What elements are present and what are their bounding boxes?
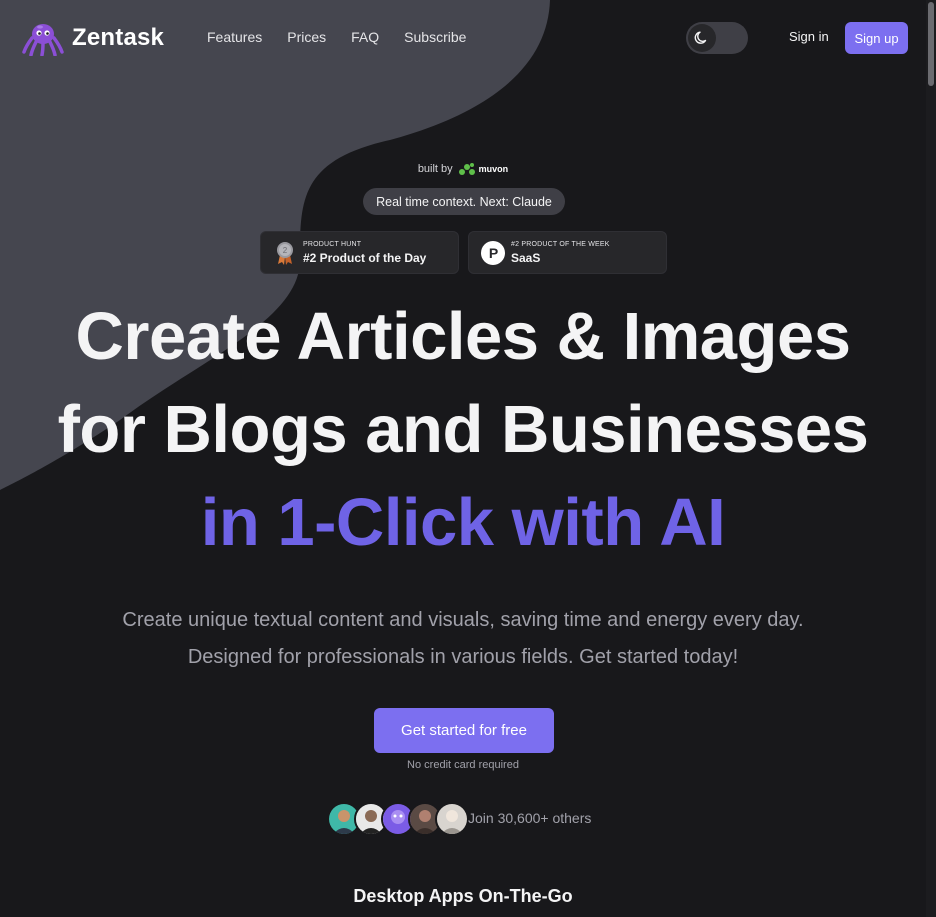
badge-small-label: #2 PRODUCT OF THE WEEK xyxy=(511,240,610,248)
badge-text: PRODUCT HUNT #2 Product of the Day xyxy=(303,241,426,265)
hero-section: built by muvon Real time context. Next: … xyxy=(0,0,926,917)
product-hunt-week-badge[interactable]: P #2 PRODUCT OF THE WEEK SaaS xyxy=(468,231,667,274)
badge-big-label: SaaS xyxy=(511,250,541,265)
product-hunt-day-badge[interactable]: 2 PRODUCT HUNT #2 Product of the Day xyxy=(260,231,459,274)
muvon-logo-icon xyxy=(458,163,475,175)
page: Zentask Features Prices FAQ Subscribe Si… xyxy=(0,0,936,917)
headline-line-2: for Blogs and Businesses xyxy=(57,392,869,467)
headline-line-3: in 1-Click with AI xyxy=(200,485,726,560)
desktop-apps-heading: Desktop Apps On-The-Go xyxy=(353,886,573,906)
octopus-logo-icon xyxy=(22,24,64,56)
scrollbar[interactable] xyxy=(926,0,936,917)
subheadline-line-2: Designed for professionals in various fi… xyxy=(187,646,739,668)
scrollbar-thumb[interactable] xyxy=(928,2,934,86)
product-hunt-letter: P xyxy=(489,245,498,261)
avatar xyxy=(435,802,469,836)
badge-text: #2 PRODUCT OF THE WEEK SaaS xyxy=(511,241,610,265)
announcement-pill[interactable]: Real time context. Next: Claude xyxy=(363,188,565,215)
muvon-link[interactable]: muvon xyxy=(458,162,509,176)
logo-text: Zentask xyxy=(72,24,165,51)
built-by-label: built by xyxy=(417,163,453,175)
theme-toggle[interactable] xyxy=(686,22,748,54)
nav-item-features[interactable]: Features xyxy=(207,29,262,45)
theme-toggle-knob xyxy=(688,24,716,52)
nav-item-subscribe[interactable]: Subscribe xyxy=(404,29,466,45)
built-by: built by muvon xyxy=(0,162,926,176)
subheadline-line-1: Create unique textual content and visual… xyxy=(122,609,804,631)
muvon-label: muvon xyxy=(478,164,509,174)
logo[interactable]: Zentask xyxy=(22,20,164,56)
header: Zentask Features Prices FAQ Subscribe Si… xyxy=(0,0,926,78)
no-credit-card-note: No credit card required xyxy=(407,759,519,771)
moon-icon xyxy=(694,31,707,44)
signup-button[interactable]: Sign up xyxy=(845,22,908,54)
product-hunt-icon: P xyxy=(481,240,505,265)
medal-number: 2 xyxy=(283,246,288,255)
badge-small-label: PRODUCT HUNT xyxy=(303,240,362,248)
badge-big-label: #2 Product of the Day xyxy=(303,250,427,265)
headline-line-1: Create Articles & Images xyxy=(75,299,852,374)
join-count-text: Join 30,600+ others xyxy=(468,810,592,826)
medal-icon: 2 xyxy=(273,241,297,265)
main-nav: Features Prices FAQ Subscribe xyxy=(207,29,491,45)
get-started-button[interactable]: Get started for free xyxy=(374,708,554,753)
user-avatars xyxy=(327,802,469,836)
nav-item-faq[interactable]: FAQ xyxy=(351,29,379,45)
nav-item-prices[interactable]: Prices xyxy=(287,29,326,45)
signin-link[interactable]: Sign in xyxy=(789,29,829,44)
